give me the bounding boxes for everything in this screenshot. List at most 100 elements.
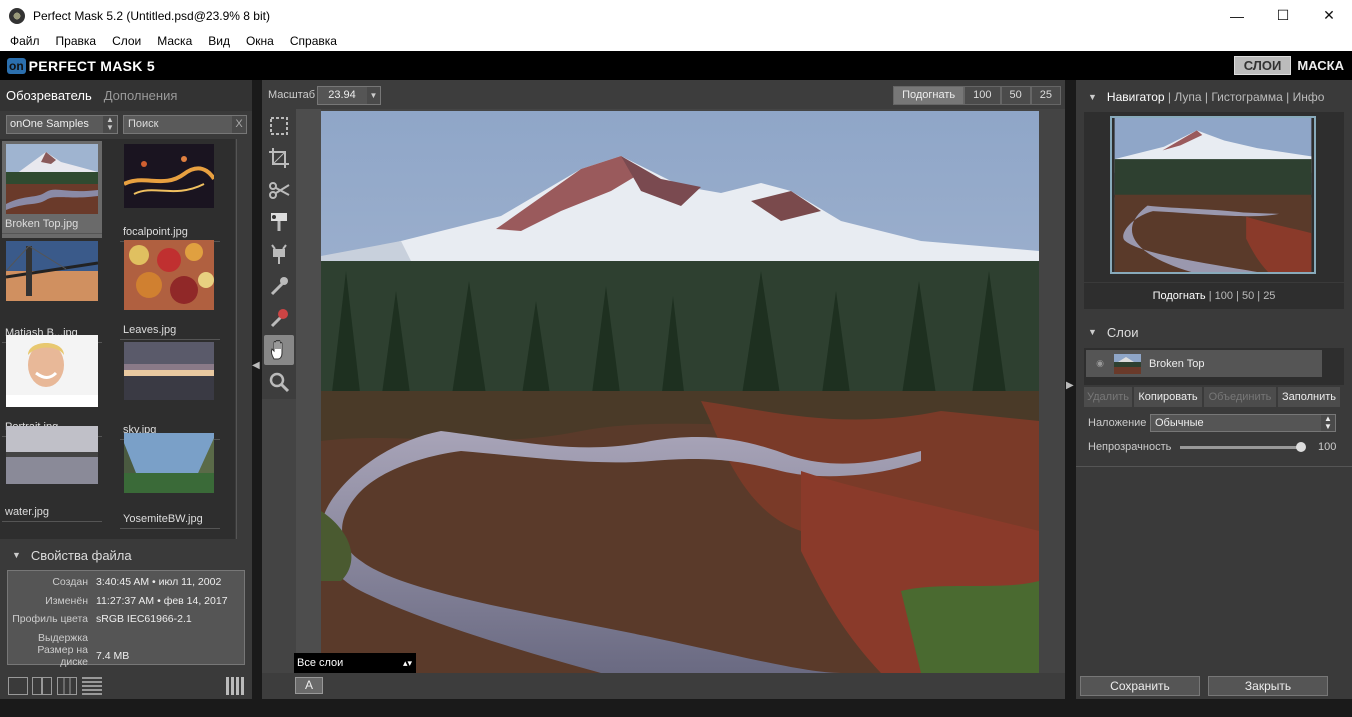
keep-brush-icon[interactable] [264,207,294,237]
canvas-bottom-bar: A [262,673,1065,699]
tab-browser[interactable]: Обозреватель [0,88,98,103]
tab-histogram[interactable]: Гистограмма [1211,90,1282,104]
prop-row: Профиль цвета sRGB IEC61966-2.1 [8,610,244,629]
navigator-image[interactable] [1110,116,1316,274]
right-panel-collapse-icon[interactable]: ▶ [1066,380,1076,400]
drop-brush-icon[interactable] [264,303,294,333]
prop-key: Выдержка [37,631,88,644]
opacity-slider[interactable] [1180,441,1306,452]
copy-layer-button[interactable]: Копировать [1134,387,1202,407]
delete-layer-button[interactable]: Удалить [1084,387,1132,407]
zoom-fit-button[interactable]: Подогнать [893,86,965,105]
prop-value: 3:40:45 AM • июл 11, 2002 [96,576,222,589]
thumbnail-label: Broken Top.jpg [2,218,102,234]
dropper-icon[interactable] [264,271,294,301]
eye-icon[interactable]: ◉ [1086,358,1114,369]
window-title: Perfect Mask 5.2 (Untitled.psd@23.9% 8 b… [33,8,270,23]
tab-navigator[interactable]: Навигатор [1107,90,1165,104]
prop-key: Размер на диске [37,644,88,669]
tab-info[interactable]: Инфо [1293,90,1325,104]
clear-search-icon[interactable]: X [232,116,246,133]
zoom-25-button[interactable]: 25 [1030,86,1061,105]
scissors-tool-icon[interactable] [264,175,294,205]
tab-separator: | [1164,90,1175,104]
minimize-button[interactable]: — [1214,0,1260,31]
thumbnail-item[interactable]: Matiash B...jpg [2,241,102,343]
tab-separator: | [1282,90,1293,104]
menu-view[interactable]: Вид [200,34,238,48]
zoom-input[interactable]: 23.94 ▼ [317,86,381,105]
fill-layer-button[interactable]: Заполнить [1278,387,1340,407]
thumbnail-item[interactable]: Broken Top.jpg [2,141,102,238]
left-panel: Обозреватель Дополнения onOne Samples ▲ ▼… [0,80,252,699]
thumbnail-image [6,426,98,498]
thumbnail-item[interactable]: YosemiteBW.jpg [120,433,220,529]
tab-loupe[interactable]: Лупа [1174,90,1201,104]
close-dialog-button[interactable]: Закрыть [1208,676,1328,696]
thumbnail-grid: Broken Top.jpg focalpoint.jpg Matiash B.… [0,139,235,539]
mode-mask-button[interactable]: МАСКА [1297,58,1344,73]
nav-25-link[interactable]: 25 [1263,290,1275,302]
layer-view-select[interactable]: Все слои ▴▾ [294,653,416,673]
menu-layers[interactable]: Слои [104,34,149,48]
collapse-triangle-icon[interactable]: ▼ [1088,92,1097,102]
thumbnail-item[interactable]: Portrait.jpg [2,335,102,437]
source-select[interactable]: onOne Samples ▲ ▼ [6,115,118,134]
chevron-down-icon[interactable]: ▼ [367,87,380,104]
layer-thumbnail [1114,353,1141,374]
a-button[interactable]: A [295,677,323,694]
right-panel: ▼ Навигатор | Лупа | Гистограмма | Инфо … [1076,80,1352,699]
search-input[interactable]: Поиск X [123,115,247,134]
merge-layer-button[interactable]: Объединить [1204,387,1276,407]
opacity-slider-knob[interactable] [1296,441,1306,452]
opacity-label: Непрозрачность [1088,441,1172,453]
nav-fit-link[interactable]: Подогнать [1153,290,1206,302]
magic-brush-icon[interactable] [264,239,294,269]
layer-item[interactable]: ◉ Broken Top [1086,350,1322,377]
crop-tool-icon[interactable] [264,143,294,173]
collapse-triangle-icon[interactable]: ▼ [1088,327,1097,337]
menu-file[interactable]: Файл [2,34,48,48]
app-name: PERFECT MASK 5 [28,57,155,74]
hand-tool-icon[interactable] [264,335,294,365]
prop-key: Профиль цвета [12,613,88,626]
thumbnail-item[interactable]: Leaves.jpg [120,240,220,340]
maximize-button[interactable]: ☐ [1260,0,1306,31]
menu-windows[interactable]: Окна [238,34,282,48]
thumbnail-scrollbar[interactable] [236,139,252,539]
tab-extras[interactable]: Дополнения [98,88,184,103]
zoom-tool-icon[interactable] [264,367,294,397]
view-list-icon[interactable] [82,677,102,695]
nav-50-link[interactable]: 50 [1242,290,1254,302]
thumbnail-item[interactable]: focalpoint.jpg [120,144,220,242]
view-three-column-icon[interactable] [57,677,77,695]
zoom-bar: Масштаб 23.94 ▼ Подогнать 100 50 25 [262,80,1065,109]
menu-mask[interactable]: Маска [149,34,200,48]
file-props-header[interactable]: ▼ Свойства файла [0,543,252,567]
left-panel-collapse-icon[interactable]: ◀ [252,360,262,410]
thumbnail-item[interactable]: water.jpg [2,426,102,522]
close-button[interactable]: ✕ [1306,0,1352,31]
zoom-100-button[interactable]: 100 [964,86,1001,105]
layer-name: Broken Top [1149,357,1205,370]
menu-help[interactable]: Справка [282,34,345,48]
nav-100-link[interactable]: 100 [1215,290,1233,302]
marquee-tool-icon[interactable] [264,111,294,141]
menu-edit[interactable]: Правка [48,34,105,48]
filmstrip-icon[interactable] [226,677,246,695]
view-two-column-icon[interactable] [32,677,52,695]
layers-header[interactable]: ▼ Слои [1076,320,1352,344]
zoom-label: Масштаб [268,89,316,101]
thumbnail-item[interactable]: sky.jpg [120,342,220,440]
view-single-icon[interactable] [8,677,28,695]
zoom-50-button[interactable]: 50 [1000,86,1031,105]
save-button[interactable]: Сохранить [1080,676,1200,696]
navigator-preview[interactable] [1084,112,1344,282]
mode-layers-button[interactable]: СЛОИ [1233,56,1292,75]
source-select-value: onOne Samples [10,118,89,130]
blend-mode-select[interactable]: Обычные ▲ ▼ [1150,414,1336,432]
prop-key: Изменён [45,594,88,607]
collapse-triangle-icon[interactable]: ▼ [12,550,21,560]
updown-arrow-icon: ▲ ▼ [1321,415,1335,431]
image-canvas[interactable] [321,111,1039,673]
